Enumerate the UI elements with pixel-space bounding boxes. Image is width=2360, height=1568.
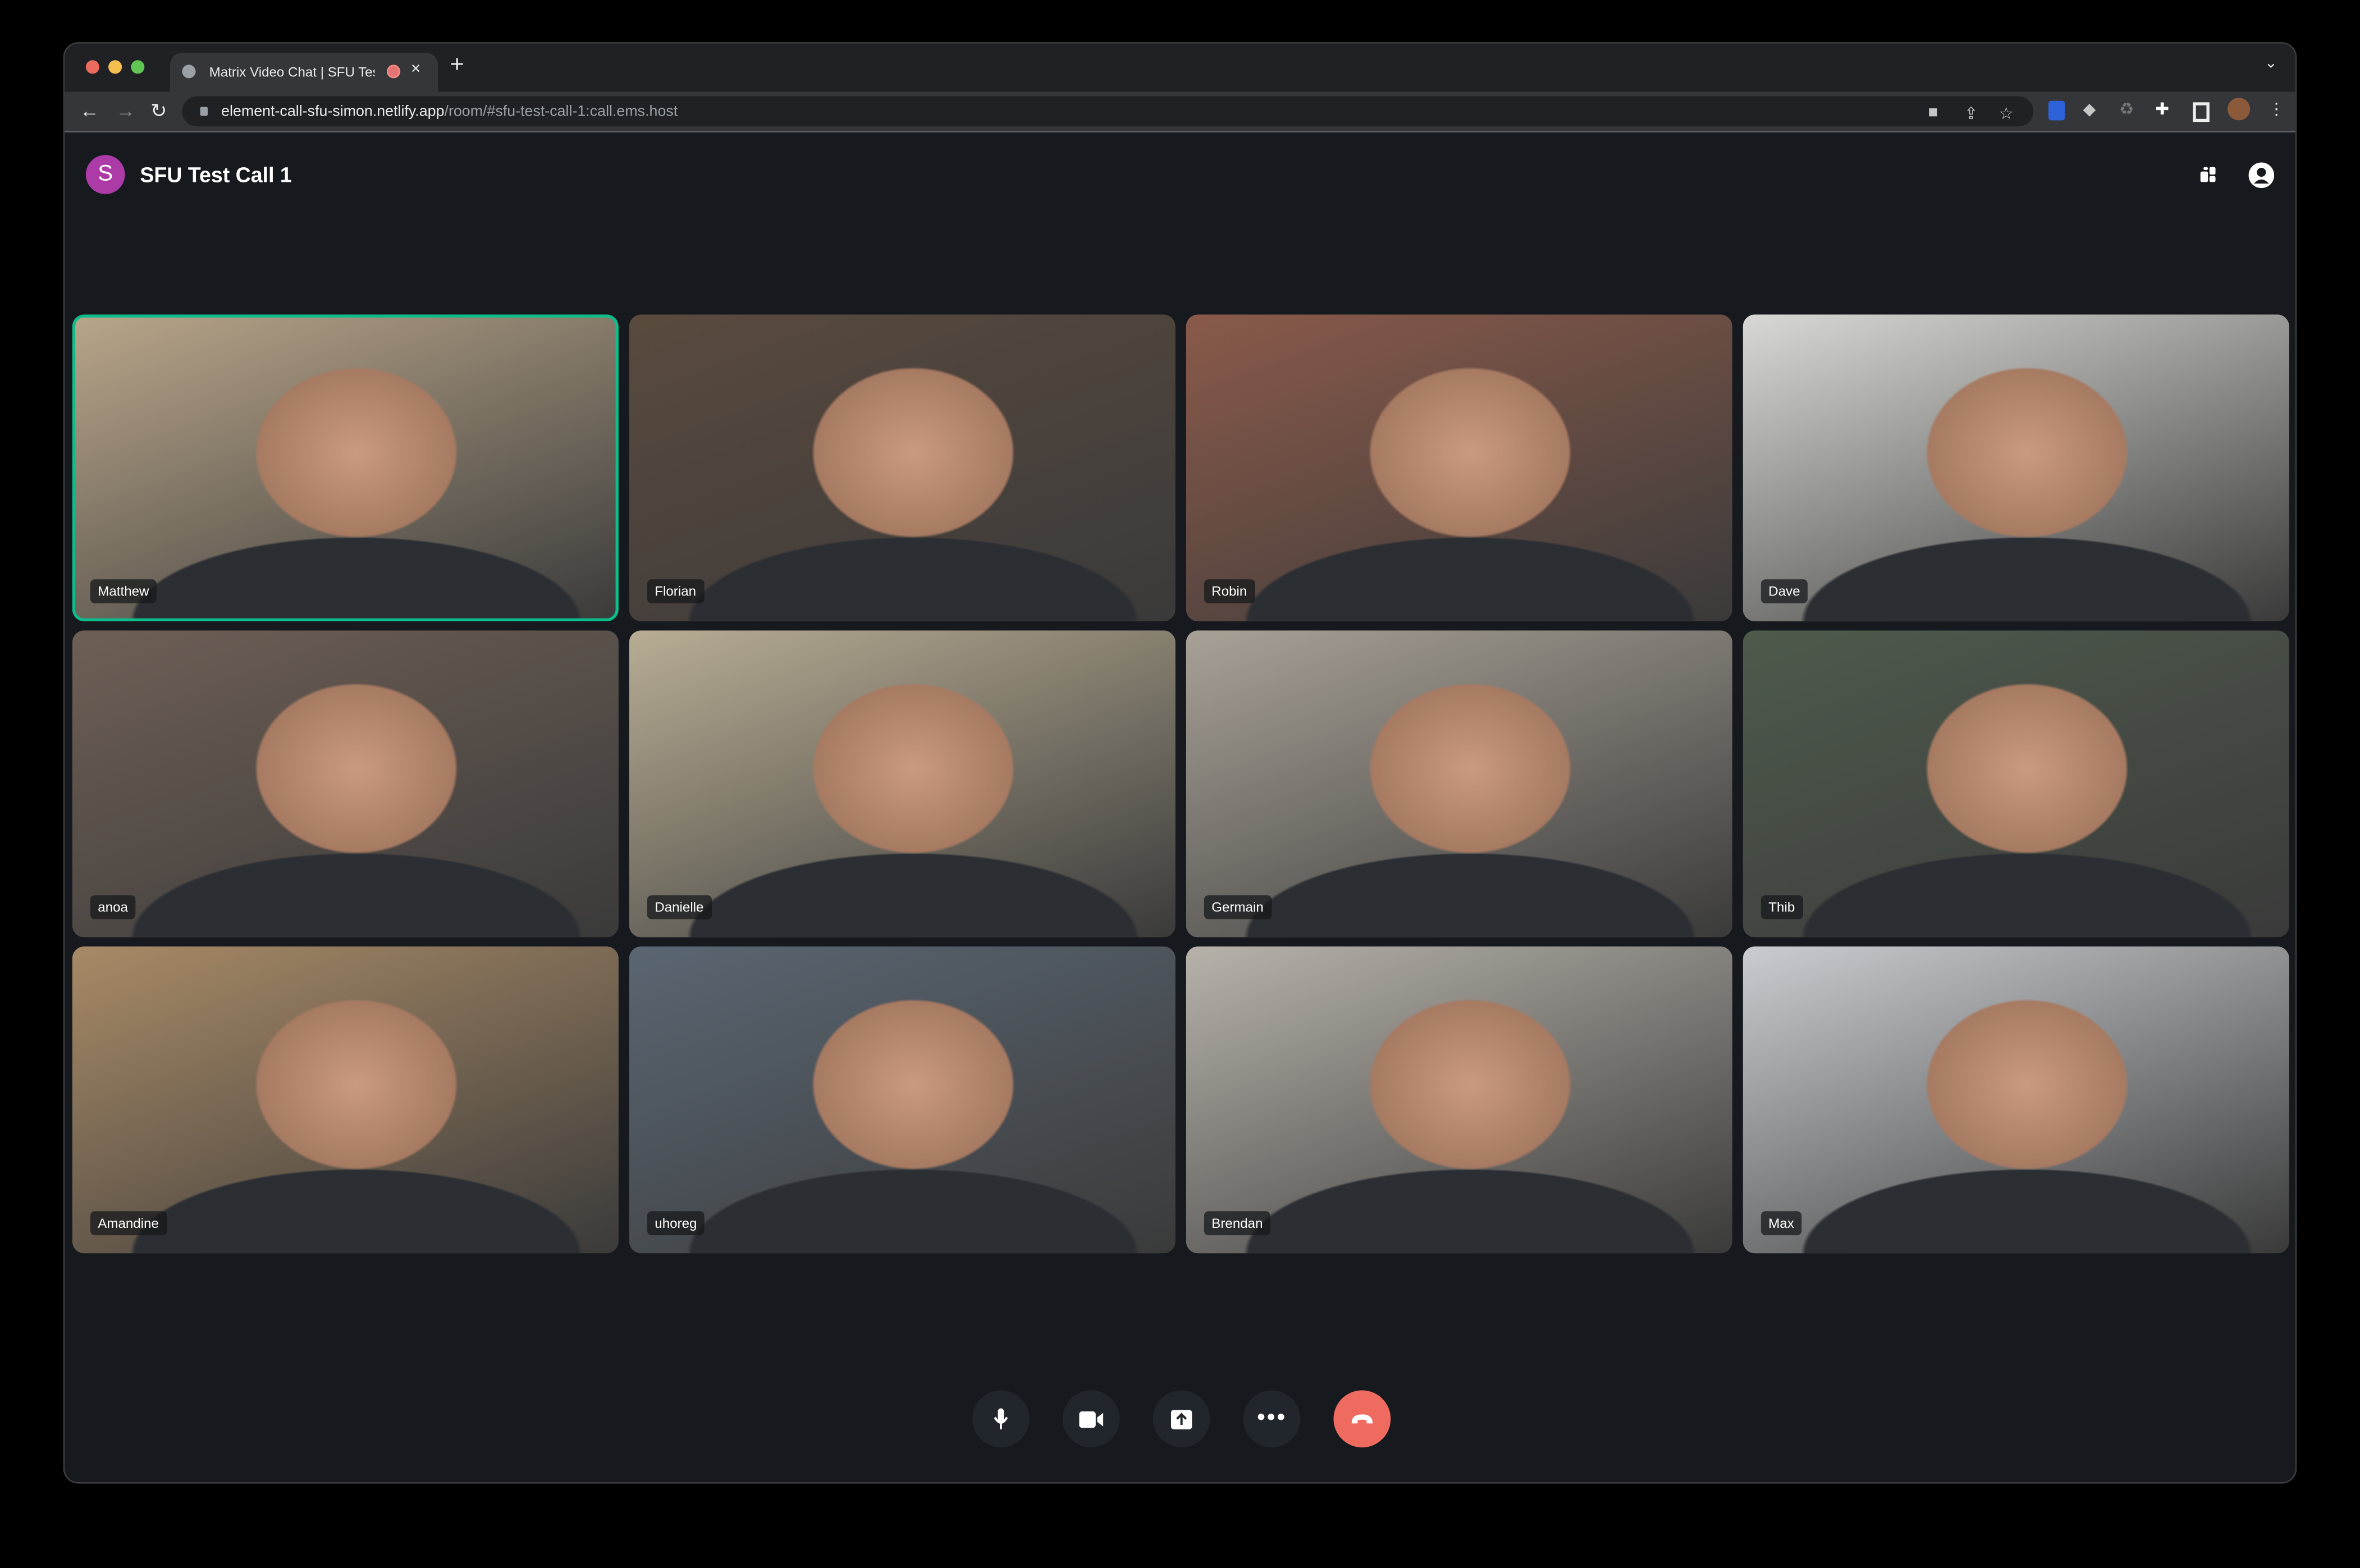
url-text: element-call-sfu-simon.netlify.app/room/… — [221, 103, 678, 121]
recording-icon — [387, 65, 401, 79]
participant-tile[interactable]: uhoreg — [629, 946, 1176, 1254]
hangup-phone-icon — [1351, 1413, 1373, 1423]
video-camera-icon — [1079, 1410, 1104, 1428]
browser-tab[interactable]: Matrix Video Chat | SFU Test Call 1 × — [170, 52, 438, 92]
room-avatar: S — [85, 155, 125, 194]
microphone-icon — [994, 1408, 1008, 1430]
more-dots-icon: ••• — [1256, 1405, 1287, 1431]
tab-title: Matrix Video Chat | SFU Test Call 1 — [209, 65, 375, 80]
tab-search-chevron-icon[interactable]: ⌄ — [2265, 56, 2277, 72]
screenshare-icon — [1170, 1409, 1192, 1429]
lock-icon — [200, 107, 208, 116]
back-button[interactable]: ← — [80, 99, 99, 122]
minimize-window-button[interactable] — [108, 60, 122, 74]
participant-name-label: Robin — [1204, 579, 1255, 604]
participant-name-label: Germain — [1204, 895, 1272, 920]
new-tab-button[interactable]: + — [450, 53, 464, 80]
participant-name-label: Thib — [1760, 895, 1803, 920]
participant-tile[interactable]: Danielle — [629, 630, 1176, 938]
more-icon[interactable]: ⋮ — [2268, 99, 2284, 119]
participant-tile[interactable]: Dave — [1742, 314, 2289, 622]
tab-bar: Matrix Video Chat | SFU Test Call 1 × + … — [65, 43, 2295, 92]
call-controls: ••• — [972, 1390, 1391, 1448]
participant-tile[interactable]: Amandine — [72, 946, 619, 1254]
camera-button[interactable] — [1062, 1390, 1120, 1448]
participant-tile[interactable]: Robin — [1186, 314, 1732, 622]
participant-name-label: Florian — [647, 579, 704, 604]
user-menu-icon[interactable] — [2248, 162, 2275, 189]
participant-tile[interactable]: Thib — [1742, 630, 2289, 938]
video-grid: Matthew Florian Robin Dave anoa Danielle Germa… — [72, 314, 2291, 1254]
participant-name-label: uhoreg — [647, 1211, 705, 1236]
recycle-icon[interactable]: ♻ — [2119, 99, 2134, 119]
participant-tile[interactable]: Matthew — [72, 314, 619, 622]
participant-tile[interactable]: Florian — [629, 314, 1176, 622]
reload-button[interactable]: ↻ — [150, 99, 167, 123]
participant-name-label: Dave — [1760, 579, 1808, 604]
grid-layout-icon[interactable] — [2199, 166, 2217, 184]
maximize-window-button[interactable] — [131, 60, 145, 74]
bitwarden-icon[interactable] — [2048, 100, 2065, 121]
browser-window: Matrix Video Chat | SFU Test Call 1 × + … — [63, 42, 2297, 1484]
star-icon[interactable]: ☆ — [1999, 104, 2014, 123]
participant-name-label: Brendan — [1204, 1211, 1270, 1236]
participant-name-label: Amandine — [90, 1211, 167, 1236]
more-options-button[interactable]: ••• — [1243, 1390, 1301, 1448]
sidepanel-icon[interactable] — [2193, 102, 2210, 122]
browser-toolbar: ← → ↻ element-call-sfu-simon.netlify.app… — [65, 91, 2295, 132]
participant-tile[interactable]: Brendan — [1186, 946, 1732, 1254]
globe-icon — [182, 65, 196, 79]
profile-avatar[interactable] — [2228, 98, 2251, 121]
close-window-button[interactable] — [85, 60, 99, 74]
hangup-button[interactable] — [1333, 1390, 1391, 1448]
close-tab-icon[interactable]: × — [411, 60, 420, 78]
participant-tile[interactable]: Max — [1742, 946, 2289, 1254]
participant-name-label: Danielle — [647, 895, 711, 920]
participant-name-label: anoa — [90, 895, 136, 920]
extension-arrow-icon[interactable]: ◆ — [2083, 99, 2096, 119]
puzzle-icon[interactable]: ✚ — [2155, 99, 2169, 119]
microphone-button[interactable] — [972, 1390, 1030, 1448]
screenshare-button[interactable] — [1152, 1390, 1210, 1448]
call-header: S SFU Test Call 1 — [65, 134, 2295, 218]
participant-tile[interactable]: Germain — [1186, 630, 1732, 938]
participant-name-label: Max — [1760, 1211, 1802, 1236]
participant-tile[interactable]: anoa — [72, 630, 619, 938]
participant-name-label: Matthew — [90, 579, 157, 604]
address-bar[interactable]: element-call-sfu-simon.netlify.app/room/… — [182, 96, 2034, 127]
camera-icon[interactable]: ■ — [1928, 104, 1938, 122]
forward-button[interactable]: → — [116, 99, 135, 122]
share-icon[interactable]: ⇪ — [1964, 104, 1978, 123]
room-name: SFU Test Call 1 — [140, 162, 292, 187]
